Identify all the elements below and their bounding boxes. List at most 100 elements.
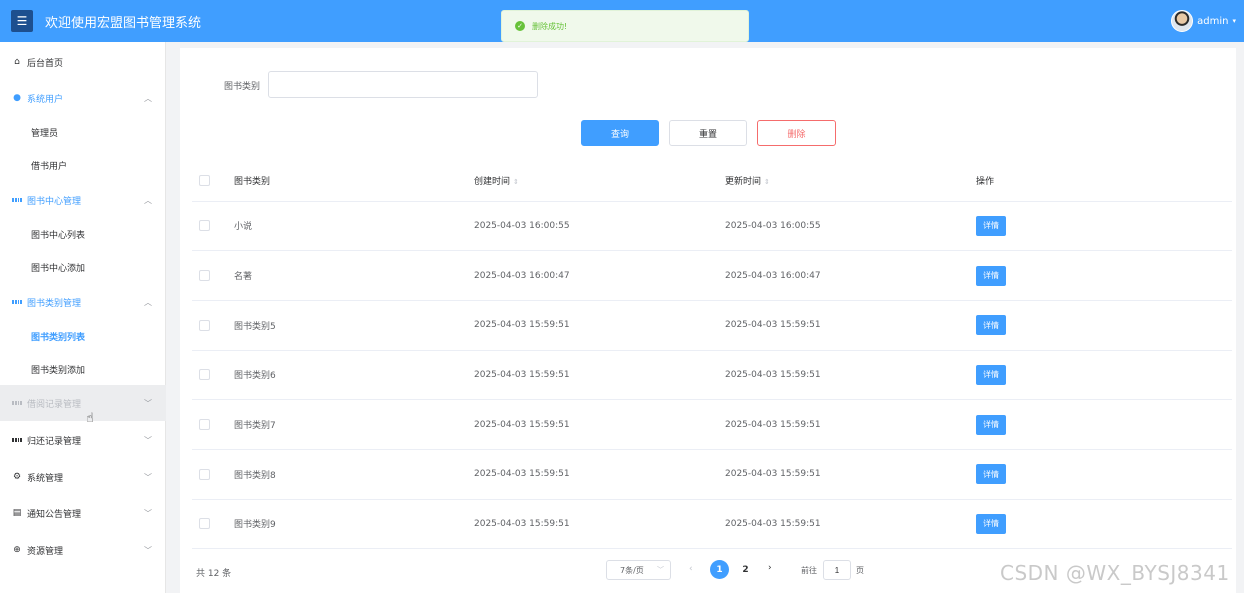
sidebar-item-book-center-add[interactable]: 图书中心添加	[0, 249, 166, 285]
grid-icon	[12, 195, 22, 205]
prev-page-button[interactable]: ‹	[689, 564, 693, 574]
sidebar-item-label: 借阅记录管理	[27, 399, 82, 410]
sidebar-item-borrowers[interactable]: 借书用户	[0, 147, 166, 183]
row-checkbox[interactable]	[199, 468, 210, 480]
detail-button[interactable]: 详情	[976, 265, 1006, 286]
page-size-select[interactable]: 7条/页 ﹀	[606, 560, 671, 580]
row-checkbox[interactable]	[199, 369, 210, 381]
header-category: 图书类别	[222, 161, 474, 202]
row-checkbox-cell	[192, 350, 222, 401]
header-actions-label: 操作	[976, 177, 995, 188]
sidebar-item-system-users[interactable]: ● 系统用户 ︿	[0, 80, 166, 116]
header-updated[interactable]: 更新时间 ⇕	[725, 161, 976, 202]
table-row: 小说 2025-04-03 16:00:55 2025-04-03 16:00:…	[192, 201, 1232, 252]
home-icon: ⌂	[14, 56, 20, 67]
header-updated-label: 更新时间	[725, 177, 762, 188]
category-table: 图书类别 创建时间 ⇕ 更新时间 ⇕ 操作 小说 2025-04-03 16:00:…	[192, 161, 1232, 550]
sort-icon[interactable]: ⇕	[764, 178, 770, 186]
watermark: CSDN @WX_BYSJ8341	[1000, 561, 1230, 585]
sidebar-item-book-center[interactable]: 图书中心管理 ︿	[0, 182, 166, 218]
delete-button[interactable]: 删除	[757, 120, 836, 146]
header-actions: 操作	[976, 161, 1232, 202]
header-created-label: 创建时间	[474, 177, 511, 188]
success-toast: ✓ 删除成功!	[501, 10, 749, 42]
select-all-checkbox[interactable]	[199, 175, 210, 187]
sidebar-item-system-management[interactable]: ⚙ 系统管理 ﹀	[0, 459, 166, 495]
menu-toggle-button[interactable]: ☰	[11, 10, 33, 32]
username[interactable]: admin	[1197, 16, 1228, 27]
sidebar-item-book-category-list[interactable]: 图书类别列表	[0, 318, 166, 354]
cell-category: 图书类别9	[222, 499, 474, 550]
hand-cursor-icon: ☝	[86, 411, 94, 426]
row-checkbox[interactable]	[199, 419, 210, 431]
toast-message: 删除成功!	[532, 21, 568, 31]
row-checkbox-cell	[192, 250, 222, 301]
row-checkbox-cell	[192, 399, 222, 450]
chevron-down-icon: ﹀	[144, 472, 152, 482]
cell-category: 名著	[222, 250, 474, 301]
cell-actions: 详情	[976, 250, 1232, 301]
avatar[interactable]	[1171, 10, 1194, 32]
detail-button[interactable]: 详情	[976, 364, 1006, 385]
page-1-button[interactable]: 1	[710, 560, 729, 579]
row-checkbox-cell	[192, 449, 222, 500]
cell-created: 2025-04-03 15:59:51	[474, 499, 725, 550]
sort-icon[interactable]: ⇕	[513, 178, 519, 186]
cell-created: 2025-04-03 16:00:47	[474, 250, 725, 301]
row-checkbox-cell	[192, 300, 222, 351]
row-checkbox-cell	[192, 499, 222, 550]
row-checkbox[interactable]	[199, 220, 210, 232]
detail-button[interactable]: 详情	[976, 215, 1006, 236]
sidebar-item-book-center-list[interactable]: 图书中心列表	[0, 216, 166, 252]
goto-page-input[interactable]	[823, 560, 851, 580]
sidebar-item-notices[interactable]: ▤ 通知公告管理 ﹀	[0, 495, 166, 531]
page-2-button[interactable]: 2	[736, 560, 755, 579]
pagination-total: 共 12 条	[196, 569, 232, 579]
cell-category: 图书类别8	[222, 449, 474, 500]
table-row: 名著 2025-04-03 16:00:47 2025-04-03 16:00:…	[192, 250, 1232, 301]
table-row: 图书类别8 2025-04-03 15:59:51 2025-04-03 15:…	[192, 449, 1232, 500]
reset-button[interactable]: 重置	[669, 120, 747, 146]
sidebar-item-book-category-add[interactable]: 图书类别添加	[0, 351, 166, 387]
sidebar-item-label: 系统用户	[27, 94, 64, 105]
cell-created: 2025-04-03 15:59:51	[474, 350, 725, 401]
header-category-label: 图书类别	[234, 177, 271, 188]
sidebar-item-label: 图书类别管理	[27, 298, 82, 309]
cell-updated: 2025-04-03 15:59:51	[725, 499, 976, 550]
table-row: 图书类别5 2025-04-03 15:59:51 2025-04-03 15:…	[192, 300, 1232, 351]
sidebar-item-resources[interactable]: ⊕ 资源管理 ﹀	[0, 532, 166, 568]
sidebar-item-borrow-records[interactable]: 借阅记录管理 ﹀	[0, 385, 166, 421]
sidebar-item-label: 通知公告管理	[27, 509, 82, 520]
cell-created: 2025-04-03 15:59:51	[474, 399, 725, 450]
chevron-down-icon[interactable]: ▾	[1232, 17, 1236, 25]
hamburger-icon: ☰	[16, 14, 28, 28]
row-checkbox[interactable]	[199, 319, 210, 331]
sidebar: ⌂ 后台首页 ● 系统用户 ︿ 管理员 借书用户 图书中心管理 ︿ 图书中心列表…	[0, 42, 166, 593]
cell-category: 图书类别7	[222, 399, 474, 450]
sidebar-item-label: 借书用户	[31, 161, 68, 172]
sidebar-item-admin[interactable]: 管理员	[0, 114, 166, 150]
grid-icon	[12, 435, 22, 445]
category-search-input[interactable]	[268, 71, 538, 98]
detail-button[interactable]: 详情	[976, 315, 1006, 336]
header-created[interactable]: 创建时间 ⇕	[474, 161, 725, 202]
query-button[interactable]: 查询	[581, 120, 659, 146]
goto-suffix: 页	[856, 566, 864, 575]
detail-button[interactable]: 详情	[976, 414, 1006, 435]
header-checkbox-cell	[192, 161, 222, 202]
sidebar-item-home[interactable]: ⌂ 后台首页	[0, 44, 166, 80]
app-title: 欢迎使用宏盟图书管理系统	[45, 15, 202, 31]
chevron-up-icon: ︿	[144, 195, 152, 205]
row-checkbox[interactable]	[199, 270, 210, 282]
row-checkbox[interactable]	[199, 518, 210, 530]
sidebar-item-return-records[interactable]: 归还记录管理 ﹀	[0, 422, 166, 458]
detail-button[interactable]: 详情	[976, 513, 1006, 534]
cell-updated: 2025-04-03 15:59:51	[725, 350, 976, 401]
sidebar-item-book-category[interactable]: 图书类别管理 ︿	[0, 284, 166, 320]
next-page-button[interactable]: ›	[768, 563, 772, 573]
detail-button[interactable]: 详情	[976, 464, 1006, 485]
user-menu[interactable]: admin ▾	[1171, 8, 1236, 34]
cell-actions: 详情	[976, 449, 1232, 500]
chevron-up-icon: ︿	[144, 297, 152, 307]
cell-created: 2025-04-03 16:00:55	[474, 201, 725, 252]
